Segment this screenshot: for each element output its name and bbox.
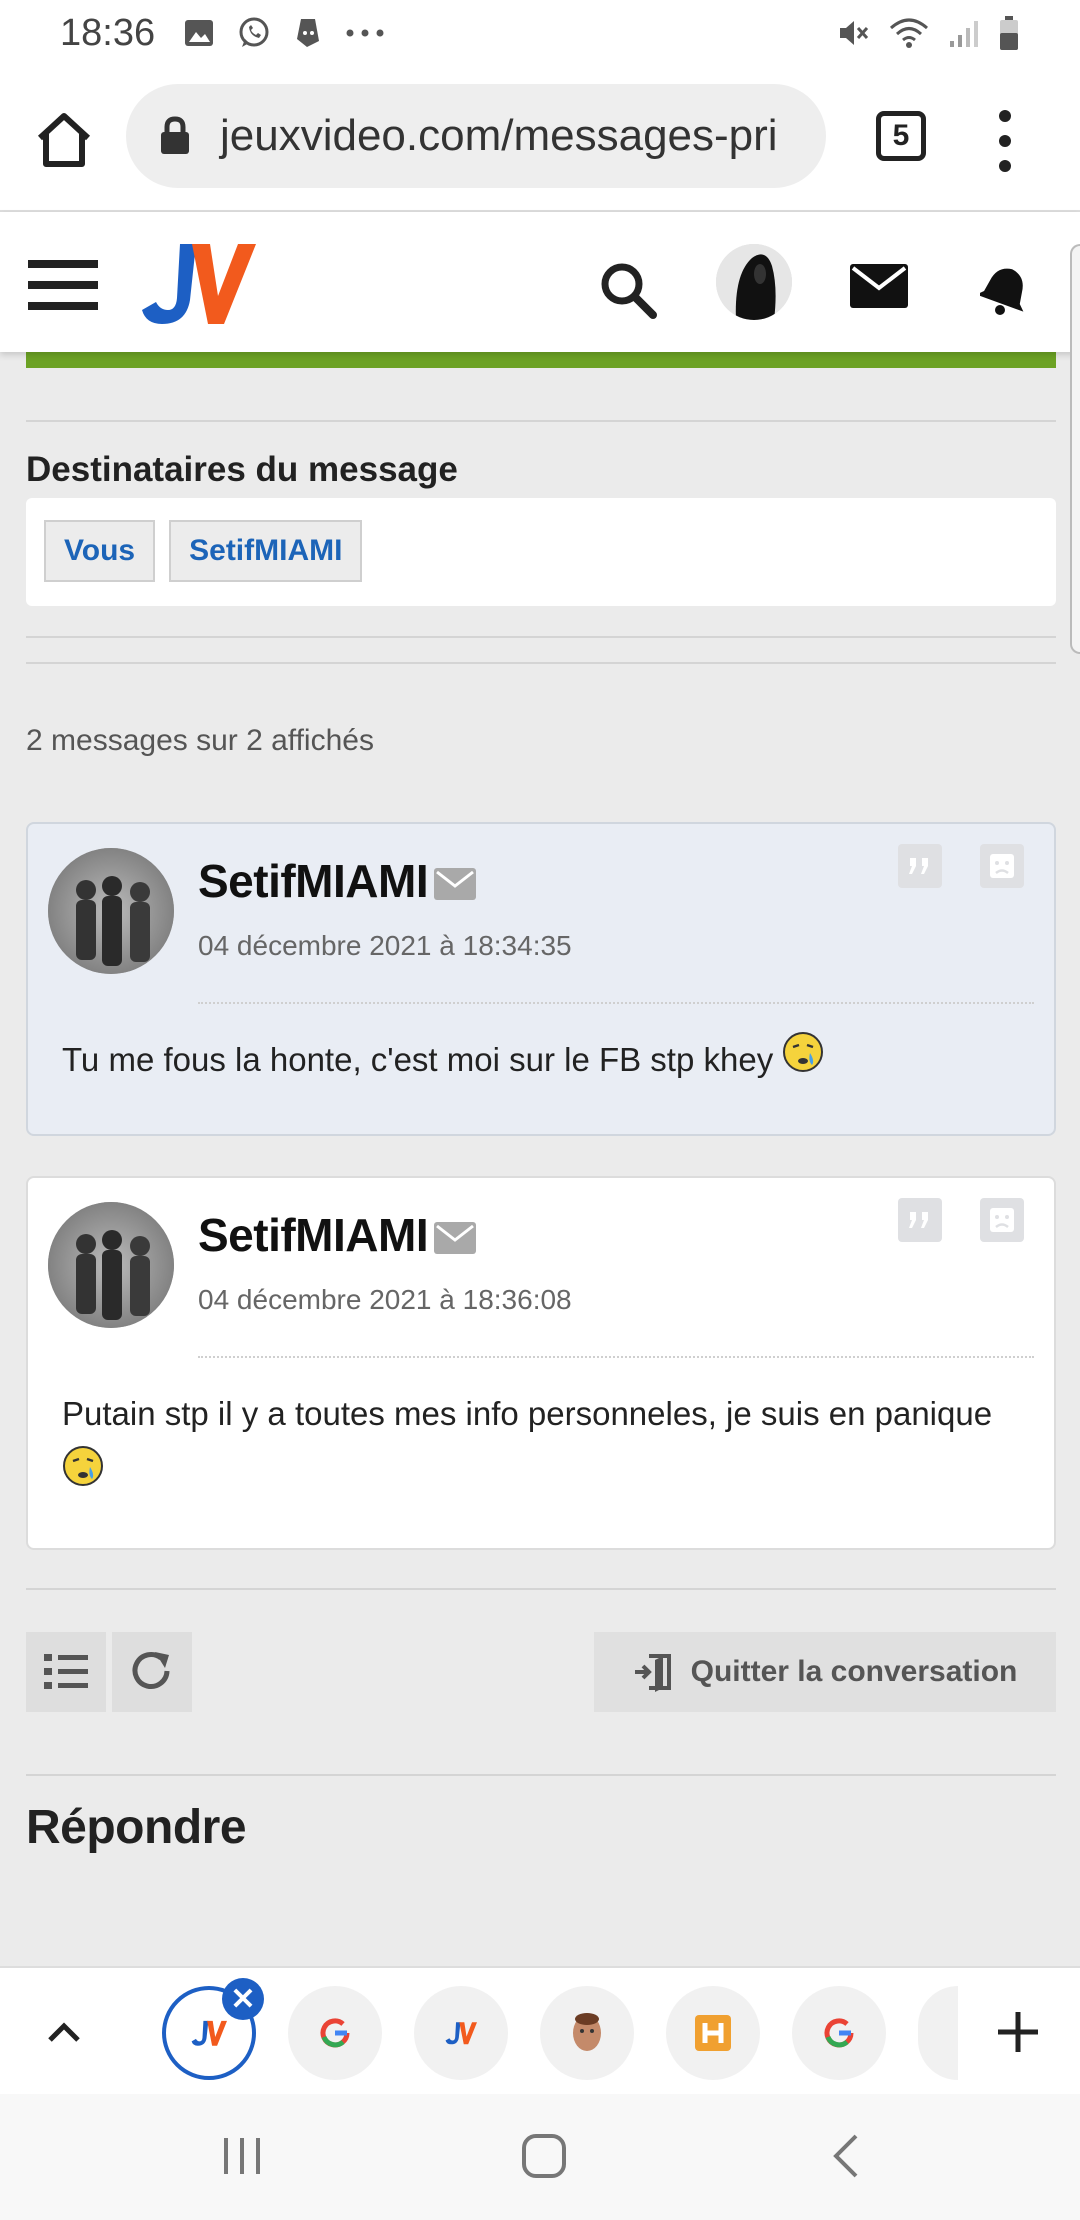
edge-panel-handle[interactable]: [1070, 244, 1080, 654]
avatar-image: [716, 244, 792, 320]
list-icon: [44, 1654, 88, 1689]
message-body: Tu me fous la honte, c'est moi sur le FB…: [62, 1030, 1022, 1090]
quote-button[interactable]: [898, 1198, 942, 1242]
mute-icon: [840, 21, 869, 45]
system-navigation-bar: [0, 2094, 1080, 2220]
wifi-icon: [890, 18, 928, 48]
mail-icon[interactable]: [850, 264, 908, 308]
new-tab-icon[interactable]: [994, 2008, 1042, 2056]
reply-title: Répondre: [26, 1801, 247, 1854]
quote-button[interactable]: [898, 844, 942, 888]
divider: [26, 420, 1056, 422]
deliveroo-icon: [297, 19, 320, 47]
quit-conversation-label: Quitter la conversation: [690, 1655, 1018, 1688]
tab-google[interactable]: [792, 1986, 886, 2080]
tab-face[interactable]: [540, 1986, 634, 2080]
search-icon[interactable]: [598, 260, 658, 320]
gallery-icon: [185, 20, 214, 46]
message-separator: [198, 1356, 1034, 1358]
divider: [26, 1774, 1056, 1776]
private-message-icon[interactable]: [434, 1222, 476, 1254]
messages-count: 2 messages sur 2 affichés: [26, 724, 374, 757]
message-author[interactable]: SetifMIAMI: [198, 1208, 429, 1262]
jv-favicon: [191, 2020, 227, 2046]
site-header: [0, 212, 1080, 352]
status-time: 18:36: [60, 11, 156, 54]
private-message-icon[interactable]: [434, 868, 476, 900]
close-tab-icon[interactable]: ✕: [222, 1978, 264, 2020]
back-icon[interactable]: [830, 2132, 860, 2180]
message-body: Putain stp il y a toutes mes info person…: [62, 1384, 1022, 1504]
recipients-box: Vous SetifMIAMI: [26, 498, 1056, 606]
quote-icon: [909, 1212, 928, 1228]
jv-favicon: [445, 2022, 477, 2045]
message-date[interactable]: 04 décembre 2021 à 18:36:08: [198, 1284, 572, 1316]
hamburger-menu-icon[interactable]: [28, 258, 98, 312]
more-icon: [346, 29, 384, 37]
address-bar[interactable]: jeuxvideo.com/messages-pri: [126, 84, 826, 188]
crying-smiley-icon: [783, 1032, 824, 1072]
refresh-icon: [132, 1652, 170, 1689]
tab-partial[interactable]: [918, 1986, 958, 2080]
h-favicon: [695, 2015, 731, 2051]
exit-icon: [634, 1654, 671, 1692]
message-author[interactable]: SetifMIAMI: [198, 854, 429, 908]
recipients-title: Destinataires du message: [26, 450, 458, 489]
report-button[interactable]: [980, 844, 1024, 888]
face-favicon: [573, 2013, 601, 2051]
avatar-image: [48, 1202, 174, 1328]
signal-icon: [950, 21, 978, 47]
home-nav-icon[interactable]: [520, 2132, 568, 2180]
whatsapp-icon: [239, 17, 269, 47]
message-separator: [198, 1002, 1034, 1004]
user-avatar[interactable]: [716, 244, 792, 320]
quote-icon: [909, 858, 928, 874]
author-avatar[interactable]: [48, 1202, 174, 1328]
divider: [26, 662, 1056, 664]
google-favicon: [320, 2018, 350, 2048]
jv-logo[interactable]: [140, 238, 256, 328]
lock-icon: [161, 116, 189, 154]
battery-icon: [1000, 16, 1018, 50]
avatar-image: [48, 848, 174, 974]
notifications-bell-icon[interactable]: [980, 262, 1030, 316]
tab-google[interactable]: [288, 1986, 382, 2080]
report-button[interactable]: [980, 1198, 1024, 1242]
sad-face-icon: [990, 1208, 1014, 1232]
status-bar: 18:36: [0, 0, 1080, 66]
tab-strip: ✕: [0, 1966, 1080, 2094]
recipient-tag-vous[interactable]: Vous: [44, 520, 156, 582]
quit-conversation-button[interactable]: Quitter la conversation: [594, 1632, 1056, 1712]
divider: [26, 636, 1056, 638]
recent-apps-icon[interactable]: [222, 2134, 262, 2178]
message-text: Putain stp il y a toutes mes info person…: [62, 1395, 993, 1432]
list-view-button[interactable]: [26, 1632, 106, 1712]
message-card: SetifMIAMI 04 décembre 2021 à 18:36:08 P…: [26, 1176, 1056, 1550]
browser-toolbar: jeuxvideo.com/messages-pri 5: [0, 66, 1080, 212]
tab-h[interactable]: [666, 1986, 760, 2080]
notification-icons: [183, 16, 385, 50]
recipient-tag-setifmiami[interactable]: SetifMIAMI: [169, 520, 363, 582]
crying-smiley-icon: [63, 1446, 103, 1486]
url-text: jeuxvideo.com/messages-pri: [220, 111, 778, 160]
message-text: Tu me fous la honte, c'est moi sur le FB…: [62, 1041, 774, 1078]
author-avatar[interactable]: [48, 848, 174, 974]
refresh-button[interactable]: [112, 1632, 192, 1712]
divider: [26, 1588, 1056, 1590]
tab-jv[interactable]: [414, 1986, 508, 2080]
accent-bar: [26, 352, 1056, 368]
google-favicon: [824, 2018, 854, 2048]
chevron-up-icon[interactable]: [44, 2012, 84, 2052]
home-icon[interactable]: [32, 108, 96, 172]
message-date[interactable]: 04 décembre 2021 à 18:34:35: [198, 930, 572, 962]
tab-switcher-button[interactable]: 5: [876, 111, 926, 161]
sad-face-icon: [990, 854, 1014, 878]
browser-menu-icon[interactable]: [990, 106, 1020, 176]
message-card: SetifMIAMI 04 décembre 2021 à 18:34:35 T…: [26, 822, 1056, 1136]
